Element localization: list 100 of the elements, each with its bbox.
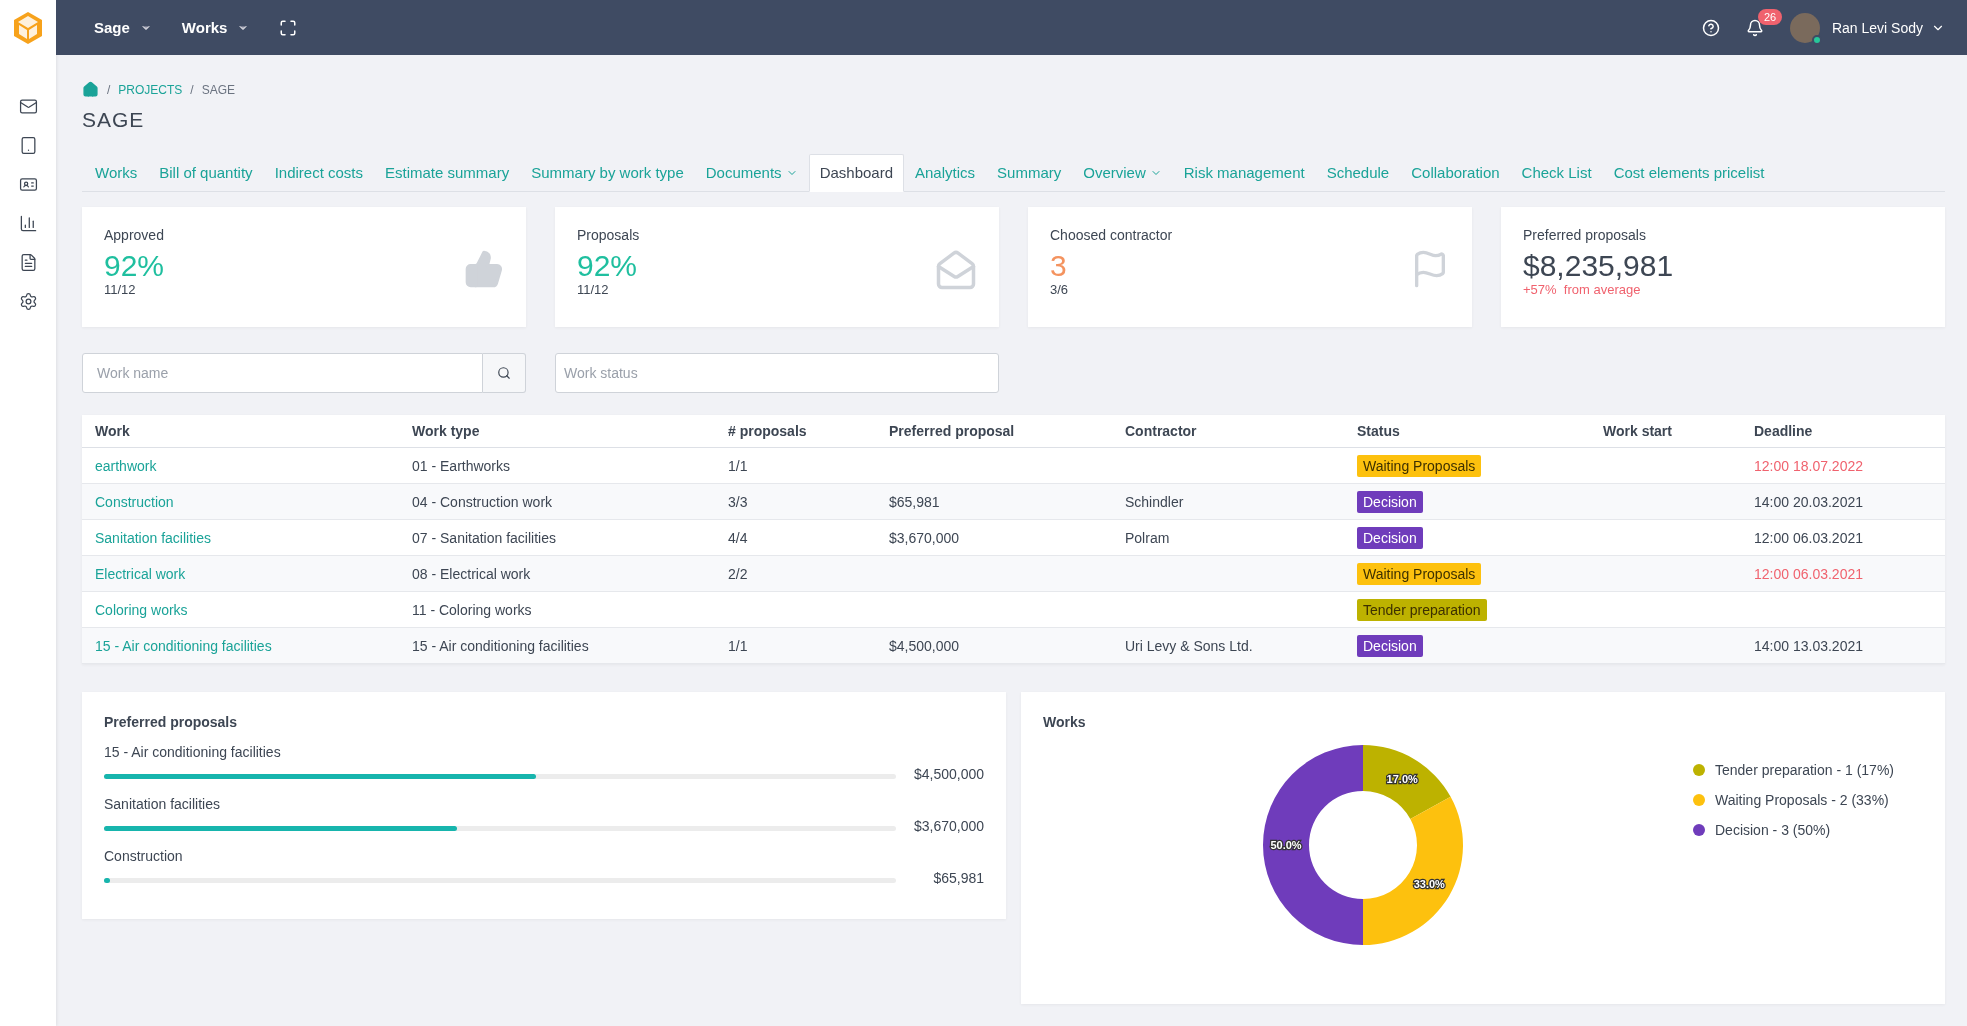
table-cell-text: 2/2 (728, 565, 749, 582)
tab[interactable]: Cost elements pricelist (1602, 154, 1776, 192)
status-badge: Decision (1357, 526, 1423, 549)
work-link[interactable]: 15 - Air conditioning facilities (95, 637, 412, 654)
table-cell-text: Schindler (1125, 493, 1185, 510)
tab[interactable]: Analytics (904, 154, 987, 192)
table-cell-text: 1/1 (728, 457, 749, 474)
thumbs-up-icon (464, 249, 504, 289)
work-link[interactable]: Sanitation facilities (95, 529, 412, 546)
stat-value: 92% (104, 249, 165, 282)
tab[interactable]: Documents (694, 154, 809, 192)
stat-subtext: +57% from average (1523, 282, 1641, 297)
id-card-icon[interactable] (18, 175, 38, 194)
stat-title: Preferred proposals (1523, 227, 1647, 243)
bar-label: Construction (104, 848, 184, 864)
panel-title: Preferred proposals (104, 714, 239, 730)
tab[interactable]: Works (84, 154, 149, 192)
tab[interactable]: Indirect costs (263, 154, 374, 192)
bar-label: Sanitation facilities (104, 796, 221, 812)
status-badge: Tender preparation (1357, 598, 1487, 621)
column-header: Deadline (1754, 423, 1814, 439)
bar-chart-icon[interactable] (18, 214, 38, 233)
table-cell-text: $4,500,000 (889, 637, 961, 654)
top-menu-dropdown[interactable]: Sage (94, 19, 152, 36)
work-link[interactable]: Coloring works (95, 601, 412, 618)
stat-title: Choosed contractor (1050, 227, 1174, 243)
stat-title: Approved (104, 227, 165, 243)
column-header: Work start (1603, 423, 1673, 439)
notification-count: 26 (1757, 8, 1783, 25)
table-cell-text: 14:00 20.03.2021 (1754, 493, 1864, 510)
status-filter-field[interactable]: Work status (555, 353, 999, 393)
stat-subtext: 11/12 (104, 282, 136, 297)
table-cell-text: Uri Levy & Sons Ltd. (1125, 637, 1254, 654)
table-cell-text: 1/1 (728, 637, 749, 654)
settings-icon[interactable] (18, 292, 38, 311)
table-cell-text: 3/3 (728, 493, 749, 510)
table-cell-text: Polram (1125, 529, 1171, 546)
stat-value: 3 (1050, 249, 1067, 282)
mail-icon[interactable] (18, 97, 38, 116)
breadcrumb-current: SAGE (201, 82, 236, 97)
tab[interactable]: Estimate summary (374, 154, 521, 192)
column-header: Preferred proposal (889, 423, 1016, 439)
status-badge: Waiting Proposals (1357, 562, 1482, 585)
work-link[interactable]: earthwork (95, 457, 412, 474)
table-cell-text: 07 - Sanitation facilities (412, 529, 557, 546)
help-button[interactable] (1701, 18, 1720, 37)
search-button[interactable] (483, 353, 526, 393)
stat-title: Proposals (577, 227, 641, 243)
panel-title: Works (1043, 714, 1087, 730)
bar-value: $3,670,000 (912, 818, 984, 834)
legend-label: Decision - 3 (50%) (1715, 822, 1831, 838)
bar-value: $4,500,000 (912, 766, 984, 782)
table-cell-text: 11 - Coloring works (412, 601, 533, 618)
bar-label: 15 - Air conditioning facilities (104, 744, 282, 760)
user-menu[interactable]: Ran Levi Sody (1831, 19, 1945, 36)
page-title: SAGE (82, 108, 146, 132)
search-icon (497, 366, 511, 380)
tab[interactable]: Summary by work type (520, 154, 695, 192)
tab[interactable]: Bill of quantity (148, 154, 264, 192)
table-cell-text: $65,981 (889, 493, 941, 510)
column-header: Contractor (1125, 423, 1198, 439)
table-cell-text: 4/4 (728, 529, 749, 546)
slice-label: 17.0% (1386, 772, 1418, 785)
tab[interactable]: Summary (986, 154, 1073, 192)
notifications-button[interactable] (1745, 18, 1764, 37)
top-menu-dropdown[interactable]: Works (181, 19, 250, 36)
table-cell-text: 01 - Earthworks (412, 457, 512, 474)
user-avatar[interactable] (1789, 12, 1820, 43)
table-cell-text: 08 - Electrical work (412, 565, 532, 582)
tab[interactable]: Collaboration (1400, 154, 1511, 192)
home-icon[interactable] (82, 81, 99, 98)
table-cell-text: 14:00 13.03.2021 (1754, 637, 1864, 654)
breadcrumb-separator: / (107, 82, 111, 97)
table-cell-text: 12:00 18.07.2022 (1754, 457, 1864, 474)
breadcrumb-separator: / (190, 82, 194, 97)
legend-label: Waiting Proposals - 2 (33%) (1715, 792, 1889, 808)
tab[interactable]: Dashboard (808, 154, 904, 192)
tab[interactable]: Check List (1510, 154, 1603, 192)
work-link[interactable]: Construction (95, 493, 412, 510)
stat-subtext: 11/12 (577, 282, 609, 297)
status-badge: Waiting Proposals (1357, 454, 1482, 477)
legend-label: Tender preparation - 1 (17%) (1715, 762, 1894, 778)
breadcrumb-link[interactable]: PROJECTS (118, 82, 183, 97)
tab[interactable]: Overview (1072, 154, 1173, 192)
status-badge: Decision (1357, 634, 1423, 657)
column-header: Work type (412, 423, 481, 439)
table-cell-text: 12:00 06.03.2021 (1754, 529, 1864, 546)
fullscreen-button[interactable] (279, 18, 298, 37)
work-link[interactable]: Electrical work (95, 565, 412, 582)
tab[interactable]: Schedule (1315, 154, 1401, 192)
status-badge: Decision (1357, 490, 1423, 513)
column-header: Status (1357, 423, 1401, 439)
open-envelope-icon (935, 249, 977, 291)
stat-value: $8,235,981 (1523, 249, 1674, 282)
column-header: Work (95, 423, 131, 439)
slice-label: 50.0% (1270, 839, 1302, 851)
table-cell-text: 04 - Construction work (412, 493, 554, 510)
search-field[interactable]: Work name (82, 353, 483, 393)
tab[interactable]: Risk management (1172, 154, 1316, 192)
stat-subtext: 3/6 (1050, 282, 1069, 297)
